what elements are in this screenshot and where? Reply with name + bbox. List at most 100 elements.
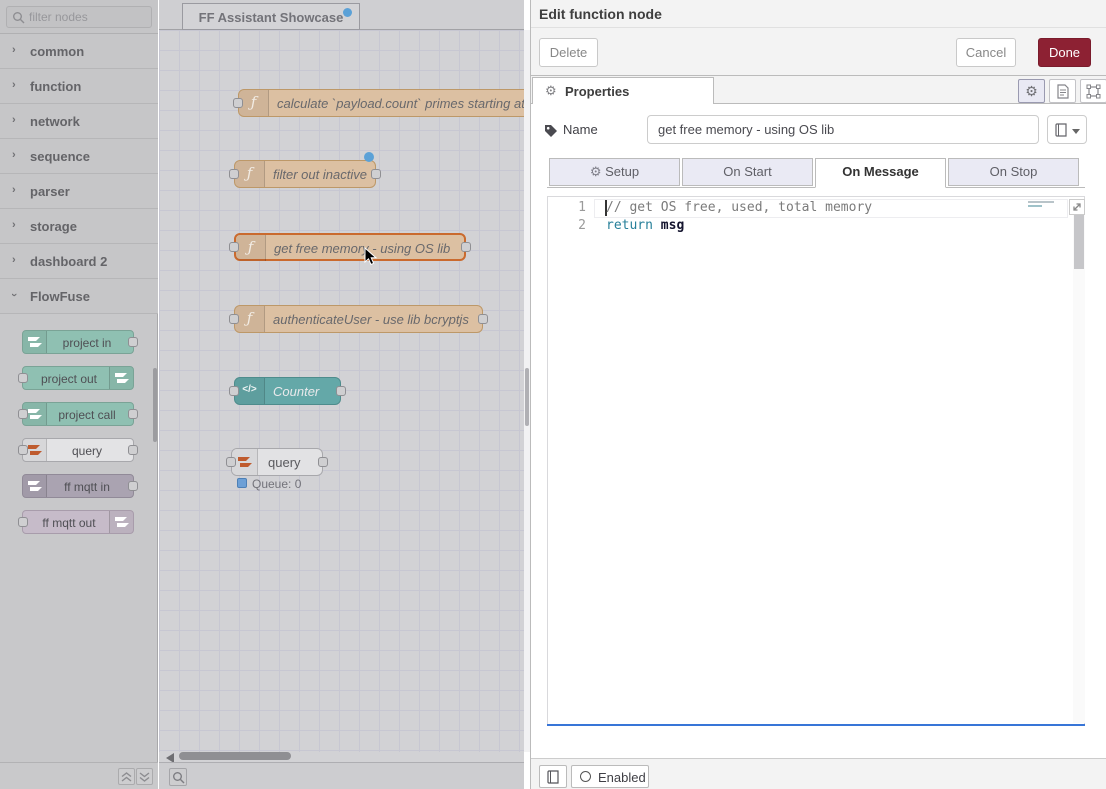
palette-category-parser[interactable]: ›parser (0, 174, 158, 209)
tab-setup[interactable]: ⚙ Setup (549, 158, 680, 186)
tab-on-stop[interactable]: On Stop (948, 158, 1079, 186)
tab-on-message[interactable]: On Message (815, 158, 946, 188)
double-chevron-up-icon (121, 772, 132, 782)
palette-category-flowfuse[interactable]: › FlowFuse (0, 279, 158, 314)
node-port-input[interactable] (229, 242, 239, 252)
node-port-output[interactable] (128, 445, 138, 455)
flow-canvas[interactable]: FF Assistant Showcase ƒ calculate `paylo… (159, 0, 524, 789)
node-port-output[interactable] (461, 242, 471, 252)
palette-node-project-in[interactable]: project in (22, 330, 134, 354)
node-port-output[interactable] (371, 169, 381, 179)
category-label: network (30, 114, 80, 129)
category-label: FlowFuse (30, 289, 90, 304)
double-chevron-down-icon (139, 772, 150, 782)
flow-node-query[interactable]: query (231, 448, 323, 476)
edit-panel-footer: Enabled (531, 758, 1106, 789)
node-appearance-button[interactable] (1080, 79, 1106, 103)
function-icon: ƒ (235, 306, 265, 332)
node-label: authenticateUser - use lib bcryptjs (273, 312, 469, 327)
flow-node-filter-out-inactive[interactable]: ƒ filter out inactive (234, 160, 376, 188)
canvas-vscroll-thumb[interactable] (525, 368, 529, 426)
line-number: 2 (548, 218, 586, 233)
palette-node-label: ff mqtt out (23, 516, 133, 530)
node-port-output[interactable] (318, 457, 328, 467)
footer-library-button[interactable] (539, 765, 567, 788)
category-label: storage (30, 219, 77, 234)
editor-scrollbar[interactable] (1073, 215, 1085, 723)
chevron-down-icon: › (8, 293, 20, 297)
node-port-output[interactable] (128, 337, 138, 347)
flow-node-calculate-primes[interactable]: ƒ calculate `payload.count` primes start… (238, 89, 524, 117)
flow-node-counter[interactable]: </> Counter (234, 377, 341, 405)
delete-button[interactable]: Delete (539, 38, 598, 67)
node-enabled-toggle[interactable]: Enabled (571, 765, 649, 788)
cancel-button[interactable]: Cancel (956, 38, 1016, 67)
tab-properties[interactable]: ⚙ Properties (532, 77, 714, 104)
node-label: calculate `payload.count` primes startin… (277, 96, 524, 111)
library-button[interactable] (1047, 115, 1087, 144)
node-port-input[interactable] (226, 457, 236, 467)
palette-node-ff-mqtt-in[interactable]: ff mqtt in (22, 474, 134, 498)
palette-node-label: ff mqtt in (23, 480, 133, 494)
name-label: Name (563, 122, 598, 137)
book-icon (547, 770, 560, 784)
node-description-button[interactable] (1049, 79, 1076, 103)
edit-node-panel: Edit function node Delete Cancel Done ⚙ … (530, 0, 1106, 789)
canvas-footer (159, 762, 524, 789)
node-port-input[interactable] (18, 517, 28, 527)
editor-expand-button[interactable] (1069, 199, 1085, 215)
node-port-output[interactable] (128, 409, 138, 419)
code-tab-label: On Start (723, 164, 771, 179)
name-field-row: Name (531, 104, 1106, 158)
node-port-output[interactable] (128, 481, 138, 491)
node-port-input[interactable] (229, 386, 239, 396)
palette-category-function[interactable]: ›function (0, 69, 158, 104)
palette-node-ff-mqtt-out[interactable]: ff mqtt out (22, 510, 134, 534)
gear-icon: ⚙ (1025, 83, 1038, 99)
node-port-input[interactable] (229, 169, 239, 179)
node-name-input[interactable] (647, 115, 1039, 144)
palette-expand-all-button[interactable] (136, 768, 153, 785)
node-port-input[interactable] (18, 373, 28, 383)
chevron-right-icon: › (12, 184, 16, 196)
flow-node-authenticate-user[interactable]: ƒ authenticateUser - use lib bcryptjs (234, 305, 483, 333)
category-label: common (30, 44, 84, 59)
palette-category-sequence[interactable]: ›sequence (0, 139, 158, 174)
chevron-right-icon: › (12, 219, 16, 231)
node-settings-button[interactable]: ⚙ (1018, 79, 1045, 103)
palette-filter-input[interactable] (29, 7, 149, 27)
palette-category-dashboard2[interactable]: ›dashboard 2 (0, 244, 158, 279)
flow-node-get-free-memory[interactable]: ƒ get free memory - using OS lib (234, 233, 466, 261)
edit-panel-toolbar: Delete Cancel Done (531, 28, 1106, 76)
palette-node-query[interactable]: query (22, 438, 134, 462)
status-dot (237, 478, 247, 488)
edit-panel-title: Edit function node (539, 6, 662, 22)
function-icon: ƒ (236, 235, 266, 261)
palette-node-project-out[interactable]: project out (22, 366, 134, 390)
palette-category-common[interactable]: ›common (0, 34, 158, 69)
palette-filter-box[interactable] (6, 6, 152, 28)
node-port-input[interactable] (233, 98, 243, 108)
done-button[interactable]: Done (1038, 38, 1091, 67)
category-label: sequence (30, 149, 90, 164)
node-port-output[interactable] (336, 386, 346, 396)
palette-collapse-all-button[interactable] (118, 768, 135, 785)
palette-node-project-call[interactable]: project call (22, 402, 134, 426)
workspace-tab-label: FF Assistant Showcase (183, 10, 359, 25)
editor-scroll-thumb[interactable] (1074, 215, 1084, 269)
canvas-search-button[interactable] (169, 768, 187, 786)
node-port-input[interactable] (18, 409, 28, 419)
node-port-input[interactable] (18, 445, 28, 455)
template-icon: </> (235, 378, 265, 404)
workspace-tab[interactable]: FF Assistant Showcase (182, 3, 360, 30)
code-editor[interactable]: 1 2 // get OS free, used, total memory r… (547, 196, 1085, 724)
palette-category-network[interactable]: ›network (0, 104, 158, 139)
node-port-input[interactable] (229, 314, 239, 324)
palette-scrollbar-thumb[interactable] (153, 368, 157, 442)
palette-category-storage[interactable]: › storage (0, 209, 158, 244)
node-port-output[interactable] (478, 314, 488, 324)
tab-on-start[interactable]: On Start (682, 158, 813, 186)
hscroll-thumb[interactable] (179, 752, 291, 760)
expand-icon (1071, 201, 1083, 213)
node-label: Counter (273, 384, 319, 399)
